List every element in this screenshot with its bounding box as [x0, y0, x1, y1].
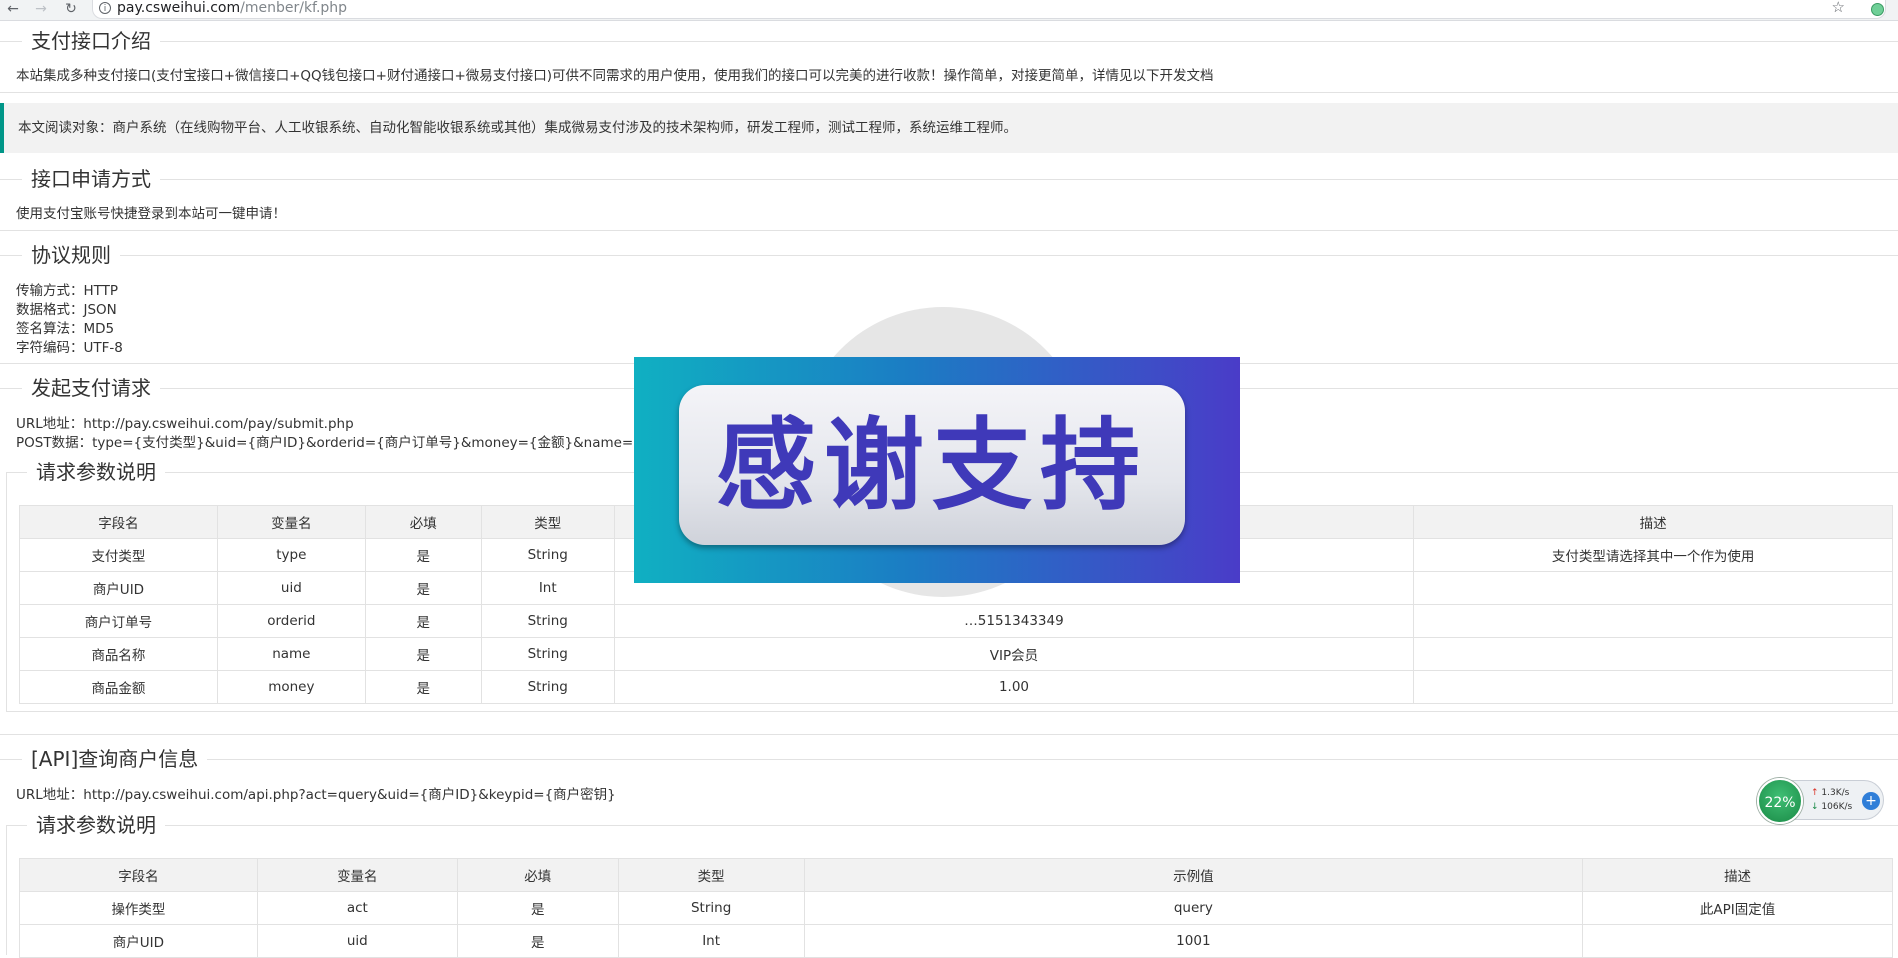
apply-title: 接口申请方式: [22, 166, 160, 192]
column-header: 类型: [617, 858, 805, 892]
protocol-line: 数据格式：JSON: [16, 302, 117, 318]
table-header-row: 字段名 变量名 必填 类型 示例值 描述: [19, 858, 1893, 892]
table-cell: …5151343349: [613, 604, 1415, 638]
table-cell: 商户订单号: [19, 604, 218, 638]
apply-section: 接口申请方式 使用支付宝账号快捷登录到本站可一键申请！: [0, 166, 1898, 231]
table-row: 商户订单号 orderid 是 String …5151343349: [19, 604, 1893, 638]
url-host: pay.csweihui.com: [117, 0, 241, 16]
table-cell: String: [480, 637, 615, 671]
table-cell: 商户UID: [19, 924, 258, 958]
query-params-table: 字段名 变量名 必填 类型 示例值 描述 操作类型 act 是 String q…: [19, 858, 1893, 958]
table-cell: uid: [256, 924, 458, 958]
submit-title: 发起支付请求: [22, 375, 160, 401]
intro-title: 支付接口介绍: [22, 28, 160, 54]
table-cell: 是: [456, 891, 619, 925]
table-cell: 商户UID: [19, 571, 218, 605]
column-header: 描述: [1413, 505, 1893, 539]
table-cell: money: [216, 670, 366, 704]
submit-params-title: 请求参数说明: [27, 459, 165, 485]
intro-text: 本站集成多种支付接口(支付宝接口+微信接口+QQ钱包接口+财付通接口+微易支付接…: [16, 68, 1214, 84]
table-cell: String: [617, 891, 805, 925]
table-row: 商户UID uid 是 Int 1001: [19, 924, 1893, 958]
bookmark-star-icon[interactable]: ☆: [1832, 0, 1845, 16]
column-header: 示例值: [803, 858, 1584, 892]
info-icon[interactable]: i: [99, 2, 111, 14]
table-cell: 支付类型: [19, 538, 218, 572]
table-cell: Int: [617, 924, 805, 958]
table-cell: name: [216, 637, 366, 671]
browser-toolbar: ← → ↻ i pay.csweihui.com/menber/kf.php ☆: [0, 0, 1898, 21]
table-cell: orderid: [216, 604, 366, 638]
table-cell: String: [480, 538, 615, 572]
plus-icon[interactable]: +: [1862, 792, 1880, 810]
reload-icon[interactable]: ↻: [62, 0, 80, 20]
reader-notice: 本文阅读对象：商户系统（在线购物平台、人工收银系统、自动化智能收银系统或其他）集…: [0, 103, 1898, 153]
query-url: URL地址：http://pay.csweihui.com/api.php?ac…: [16, 787, 616, 803]
table-cell: [1413, 604, 1893, 638]
table-cell: 是: [364, 571, 482, 605]
table-cell: [1413, 571, 1893, 605]
column-header: 类型: [480, 505, 615, 539]
table-row: 商品名称 name 是 String VIP会员: [19, 637, 1893, 671]
extension-icon[interactable]: [1871, 3, 1884, 16]
table-cell: String: [480, 670, 615, 704]
upload-speed: 1.3K/s: [1821, 788, 1850, 798]
column-header: 字段名: [19, 858, 258, 892]
column-header: 变量名: [256, 858, 458, 892]
table-cell: 商品名称: [19, 637, 218, 671]
forward-arrow-icon[interactable]: →: [32, 0, 50, 20]
table-cell: [1413, 670, 1893, 704]
table-cell: 是: [364, 538, 482, 572]
network-speed-widget[interactable]: 22% ↑ 1.3K/s ↓ 106K/s +: [1757, 778, 1884, 824]
table-cell: 是: [364, 670, 482, 704]
column-header: 描述: [1582, 858, 1893, 892]
query-params-box: 请求参数说明 字段名 变量名 必填 类型 示例值 描述 操作类型 act 是 S…: [6, 812, 1898, 958]
back-arrow-icon[interactable]: ←: [4, 0, 22, 20]
table-cell: 此API固定值: [1582, 891, 1893, 925]
query-params-title: 请求参数说明: [27, 812, 165, 838]
table-cell: query: [803, 891, 1584, 925]
url-path: /menber/kf.php: [240, 0, 348, 16]
upload-arrow-icon: ↑: [1811, 788, 1819, 798]
table-cell: act: [256, 891, 458, 925]
query-section: [API]查询商户信息 URL地址：http://pay.csweihui.co…: [0, 746, 1898, 958]
column-header: 必填: [456, 858, 619, 892]
download-speed: 106K/s: [1821, 802, 1853, 812]
table-cell: 支付类型请选择其中一个作为使用: [1413, 538, 1893, 572]
protocol-line: 字符编码：UTF-8: [16, 340, 123, 356]
thanks-banner-text: 感谢支持: [679, 385, 1185, 545]
thanks-banner[interactable]: 感谢支持: [634, 357, 1240, 583]
table-cell: 是: [364, 637, 482, 671]
table-cell: 操作类型: [19, 891, 258, 925]
query-title: [API]查询商户信息: [22, 746, 208, 772]
column-header: 变量名: [216, 505, 366, 539]
table-cell: uid: [216, 571, 366, 605]
column-header: 字段名: [19, 505, 218, 539]
submit-post: POST数据：type={支付类型}&uid={商户ID}&orderid={商…: [16, 435, 696, 451]
column-header: 必填: [364, 505, 482, 539]
table-cell: 1.00: [613, 670, 1415, 704]
table-cell: VIP会员: [613, 637, 1415, 671]
address-bar[interactable]: i pay.csweihui.com/menber/kf.php ☆: [92, 0, 1886, 19]
table-cell: Int: [480, 571, 615, 605]
apply-text: 使用支付宝账号快捷登录到本站可一键申请！: [16, 206, 286, 222]
table-cell: type: [216, 538, 366, 572]
table-cell: [1413, 637, 1893, 671]
table-cell: 1001: [803, 924, 1584, 958]
table-cell: [1582, 924, 1893, 958]
protocol-line: 签名算法：MD5: [16, 321, 115, 337]
download-arrow-icon: ↓: [1811, 802, 1819, 812]
table-cell: 是: [456, 924, 619, 958]
table-row: 操作类型 act 是 String query 此API固定值: [19, 891, 1893, 925]
table-row: 商品金额 money 是 String 1.00: [19, 670, 1893, 704]
submit-url: URL地址：http://pay.csweihui.com/pay/submit…: [16, 416, 354, 432]
memory-percent: 22%: [1757, 778, 1803, 824]
table-cell: String: [480, 604, 615, 638]
table-cell: 是: [364, 604, 482, 638]
intro-section: 支付接口介绍 本站集成多种支付接口(支付宝接口+微信接口+QQ钱包接口+财付通接…: [0, 28, 1898, 93]
protocol-title: 协议规则: [22, 242, 120, 268]
protocol-line: 传输方式：HTTP: [16, 283, 119, 299]
table-cell: 商品金额: [19, 670, 218, 704]
